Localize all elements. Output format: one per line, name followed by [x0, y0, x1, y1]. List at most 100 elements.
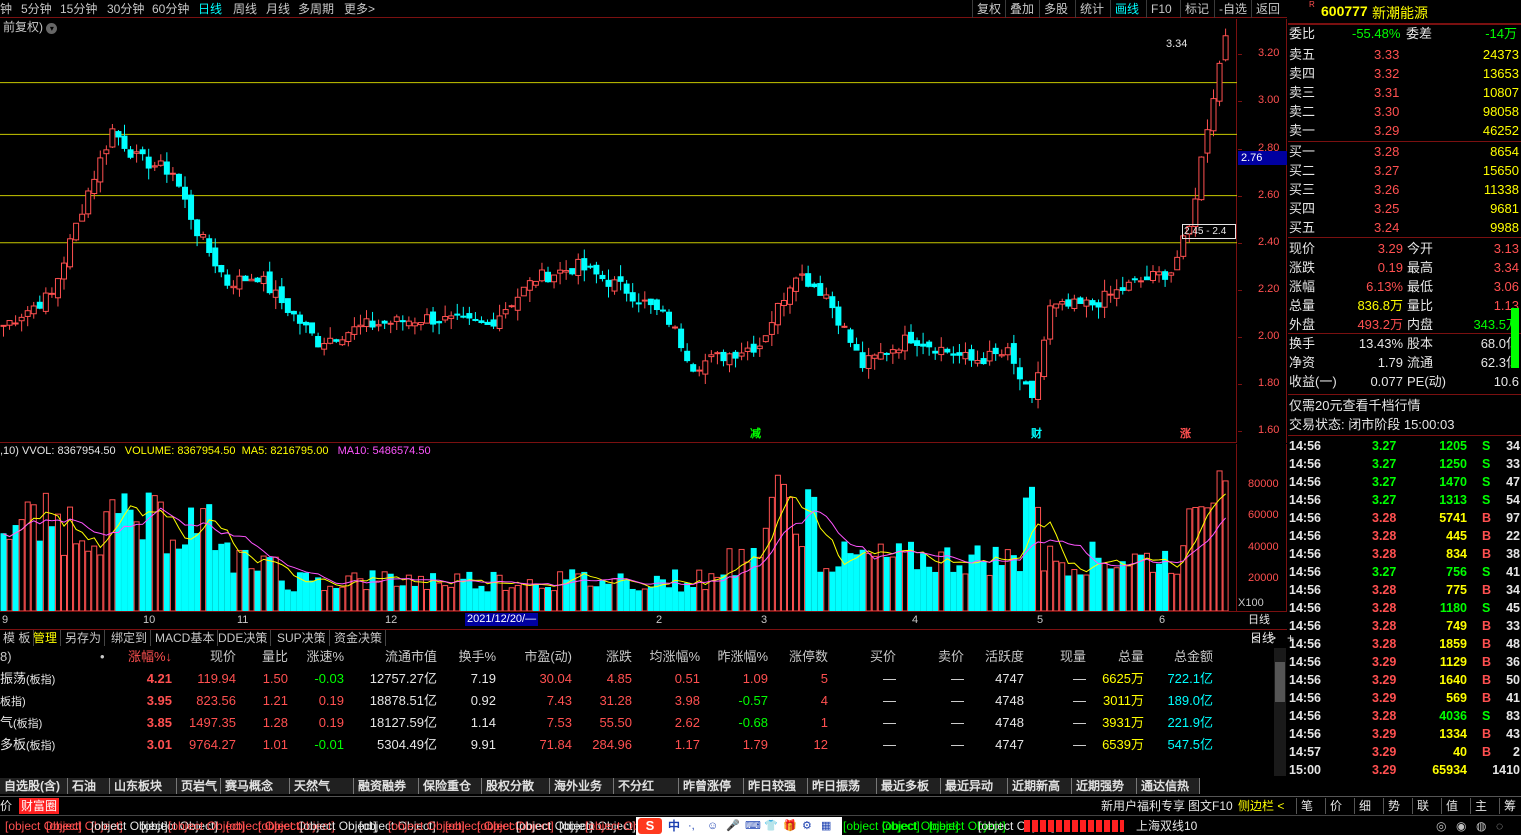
toolbar-btn-4[interactable]: 画线 [1110, 0, 1143, 18]
quote-tab-4[interactable]: 联 [1412, 798, 1441, 814]
quote-tab-2[interactable]: 细 [1354, 798, 1383, 814]
column-header[interactable]: 买价 [870, 648, 896, 666]
table-scrollbar[interactable] [1274, 648, 1286, 776]
ime-tool-icon[interactable]: ☺ [707, 818, 718, 834]
index-name[interactable]: 上海双线10 [1136, 818, 1197, 834]
bottom-tab-18[interactable]: 通达信热 [1137, 778, 1200, 794]
bottom-tab-11[interactable]: 昨曾涨停 [679, 778, 744, 794]
bottom-tab-4[interactable]: 赛马概念 [221, 778, 290, 794]
column-header[interactable]: 涨跌 [606, 648, 632, 666]
bottom-tab-13[interactable]: 昨日振荡 [808, 778, 877, 794]
column-header[interactable]: 流通市值 [385, 648, 437, 666]
sector-name[interactable]: 板指) [0, 690, 26, 712]
quote-tab-1[interactable]: 价 [1325, 798, 1354, 814]
panel-tab-7[interactable]: 资金决策 [331, 630, 387, 646]
promo-text[interactable]: 仅需20元查看千档行情 [1289, 396, 1420, 415]
bottom-tab-15[interactable]: 最近异动 [941, 778, 1008, 794]
toolbar-btn-5[interactable]: F10 [1146, 0, 1176, 18]
bottom-tab-12[interactable]: 昨日较强 [744, 778, 808, 794]
bottom-link-2[interactable]: 侧边栏 < [1238, 798, 1284, 814]
panel-nav-1[interactable]: < [1249, 630, 1262, 646]
quote-tab-7[interactable]: 筹 [1499, 798, 1521, 814]
ask-price[interactable]: 3.30 [1374, 102, 1399, 121]
column-header[interactable]: 现量 [1060, 648, 1086, 666]
status-tray-icon[interactable]: ◌ [1496, 818, 1503, 834]
quote-tab-6[interactable]: 主 [1470, 798, 1499, 814]
period-1[interactable]: 5分钟 [21, 1, 52, 17]
bid-price[interactable]: 3.24 [1374, 218, 1399, 237]
period-0[interactable]: 钟 [0, 1, 12, 17]
quote-tab-3[interactable]: 势 [1383, 798, 1412, 814]
price-chart[interactable]: 前复权) ▾ 3.34 2.45 - 2.4 减财涨 [0, 19, 1237, 443]
bottom-link-0[interactable]: 新用户福利专享 [1101, 798, 1185, 814]
side-scrollbar[interactable] [1511, 308, 1519, 368]
bid-price[interactable]: 3.25 [1374, 199, 1399, 218]
column-header[interactable]: 市盈(动) [524, 648, 572, 666]
panel-tab-4[interactable]: MACD基本 [152, 630, 219, 646]
period-6[interactable]: 周线 [233, 1, 257, 17]
bid-price[interactable]: 3.28 [1374, 142, 1399, 161]
period-3[interactable]: 30分钟 [107, 1, 144, 17]
column-header[interactable]: 涨速% [306, 648, 344, 666]
bottom-tab-1[interactable]: 石油 [68, 778, 110, 794]
toolbar-btn-0[interactable]: 复权 [972, 0, 1005, 18]
volume-chart[interactable]: ,10) VVOL: 8367954.50 VOLUME: 8367954.50… [0, 444, 1237, 611]
ask-price[interactable]: 3.29 [1374, 121, 1399, 140]
ime-chinese-icon[interactable]: 中 [668, 818, 680, 834]
bottom-tab-10[interactable]: 不分红 [614, 778, 679, 794]
ime-tool-icon[interactable]: ▦ [821, 818, 831, 834]
bottom-tab-3[interactable]: 页岩气 [177, 778, 221, 794]
left-tab-fortune[interactable]: 财富圈 [19, 798, 60, 814]
ime-tool-icon[interactable]: 🎤 [726, 818, 740, 834]
sector-name[interactable]: 多板(板指) [0, 734, 55, 756]
event-marker-2[interactable]: 涨 [1180, 428, 1191, 441]
toolbar-btn-3[interactable]: 统计 [1075, 0, 1108, 18]
status-tray-icon[interactable]: ◍ [1476, 818, 1486, 834]
ime-tool-icon[interactable]: 👕 [764, 818, 778, 834]
panel-tab-3[interactable]: 绑定到 [108, 630, 152, 646]
column-header[interactable]: 换手% [458, 648, 496, 666]
bottom-tab-16[interactable]: 近期新高 [1008, 778, 1072, 794]
period-7[interactable]: 月线 [266, 1, 290, 17]
ime-logo-icon[interactable]: S [638, 818, 662, 834]
panel-tab-5[interactable]: DDE决策 [215, 630, 272, 646]
quote-tab-0[interactable]: 笔 [1296, 798, 1325, 814]
period-4[interactable]: 60分钟 [152, 1, 189, 17]
toolbar-btn-6[interactable]: 标记 [1180, 0, 1213, 18]
status-tray-icon[interactable]: ◎ [1436, 818, 1446, 834]
panel-nav-2[interactable]: > [1266, 630, 1279, 646]
column-header[interactable]: 卖价 [938, 648, 964, 666]
column-header[interactable]: 量比 [262, 648, 288, 666]
bid-price[interactable]: 3.26 [1374, 180, 1399, 199]
period-8[interactable]: 多周期 [298, 1, 334, 17]
bottom-tab-7[interactable]: 保险重仓 [419, 778, 482, 794]
column-header[interactable]: 现价 [210, 648, 236, 666]
ask-price[interactable]: 3.31 [1374, 83, 1399, 102]
ask-price[interactable]: 3.33 [1374, 45, 1399, 64]
bid-price[interactable]: 3.27 [1374, 161, 1399, 180]
status-tray-icon[interactable]: ◉ [1456, 818, 1466, 834]
period-5[interactable]: 日线 [198, 1, 222, 17]
bottom-tab-8[interactable]: 股权分散 [482, 778, 550, 794]
ime-tool-icon[interactable]: 🎁 [783, 818, 797, 834]
bottom-tab-5[interactable]: 天然气 [290, 778, 354, 794]
panel-nav-3[interactable]: + [1284, 630, 1297, 646]
bottom-link-1[interactable]: 图文F10 [1188, 798, 1233, 814]
column-header[interactable]: 涨幅%↓ [128, 648, 172, 666]
toolbar-btn-8[interactable]: 返回 [1251, 0, 1284, 18]
toolbar-btn-1[interactable]: 叠加 [1005, 0, 1038, 18]
ime-tool-icon[interactable]: ·, [688, 818, 695, 834]
panel-tab-2[interactable]: 另存为 [62, 630, 106, 646]
ime-toolbar[interactable]: S 中 ·, ☺ 🎤 ⌨ 👕 🎁 ⚙ ▦ [636, 817, 842, 835]
bottom-tab-17[interactable]: 近期强势 [1072, 778, 1137, 794]
left-tab-price[interactable]: 价 [0, 798, 12, 814]
bottom-tab-0[interactable]: 自选股(含) [0, 778, 68, 794]
column-header[interactable]: 涨停数 [789, 648, 828, 666]
column-header[interactable]: 昨涨幅% [717, 648, 768, 666]
bottom-tab-14[interactable]: 最近多板 [877, 778, 941, 794]
column-header[interactable]: 均涨幅% [649, 648, 700, 666]
bottom-tab-9[interactable]: 海外业务 [550, 778, 614, 794]
quote-tab-5[interactable]: 值 [1441, 798, 1470, 814]
ask-price[interactable]: 3.32 [1374, 64, 1399, 83]
column-header[interactable]: 活跃度 [985, 648, 1024, 666]
